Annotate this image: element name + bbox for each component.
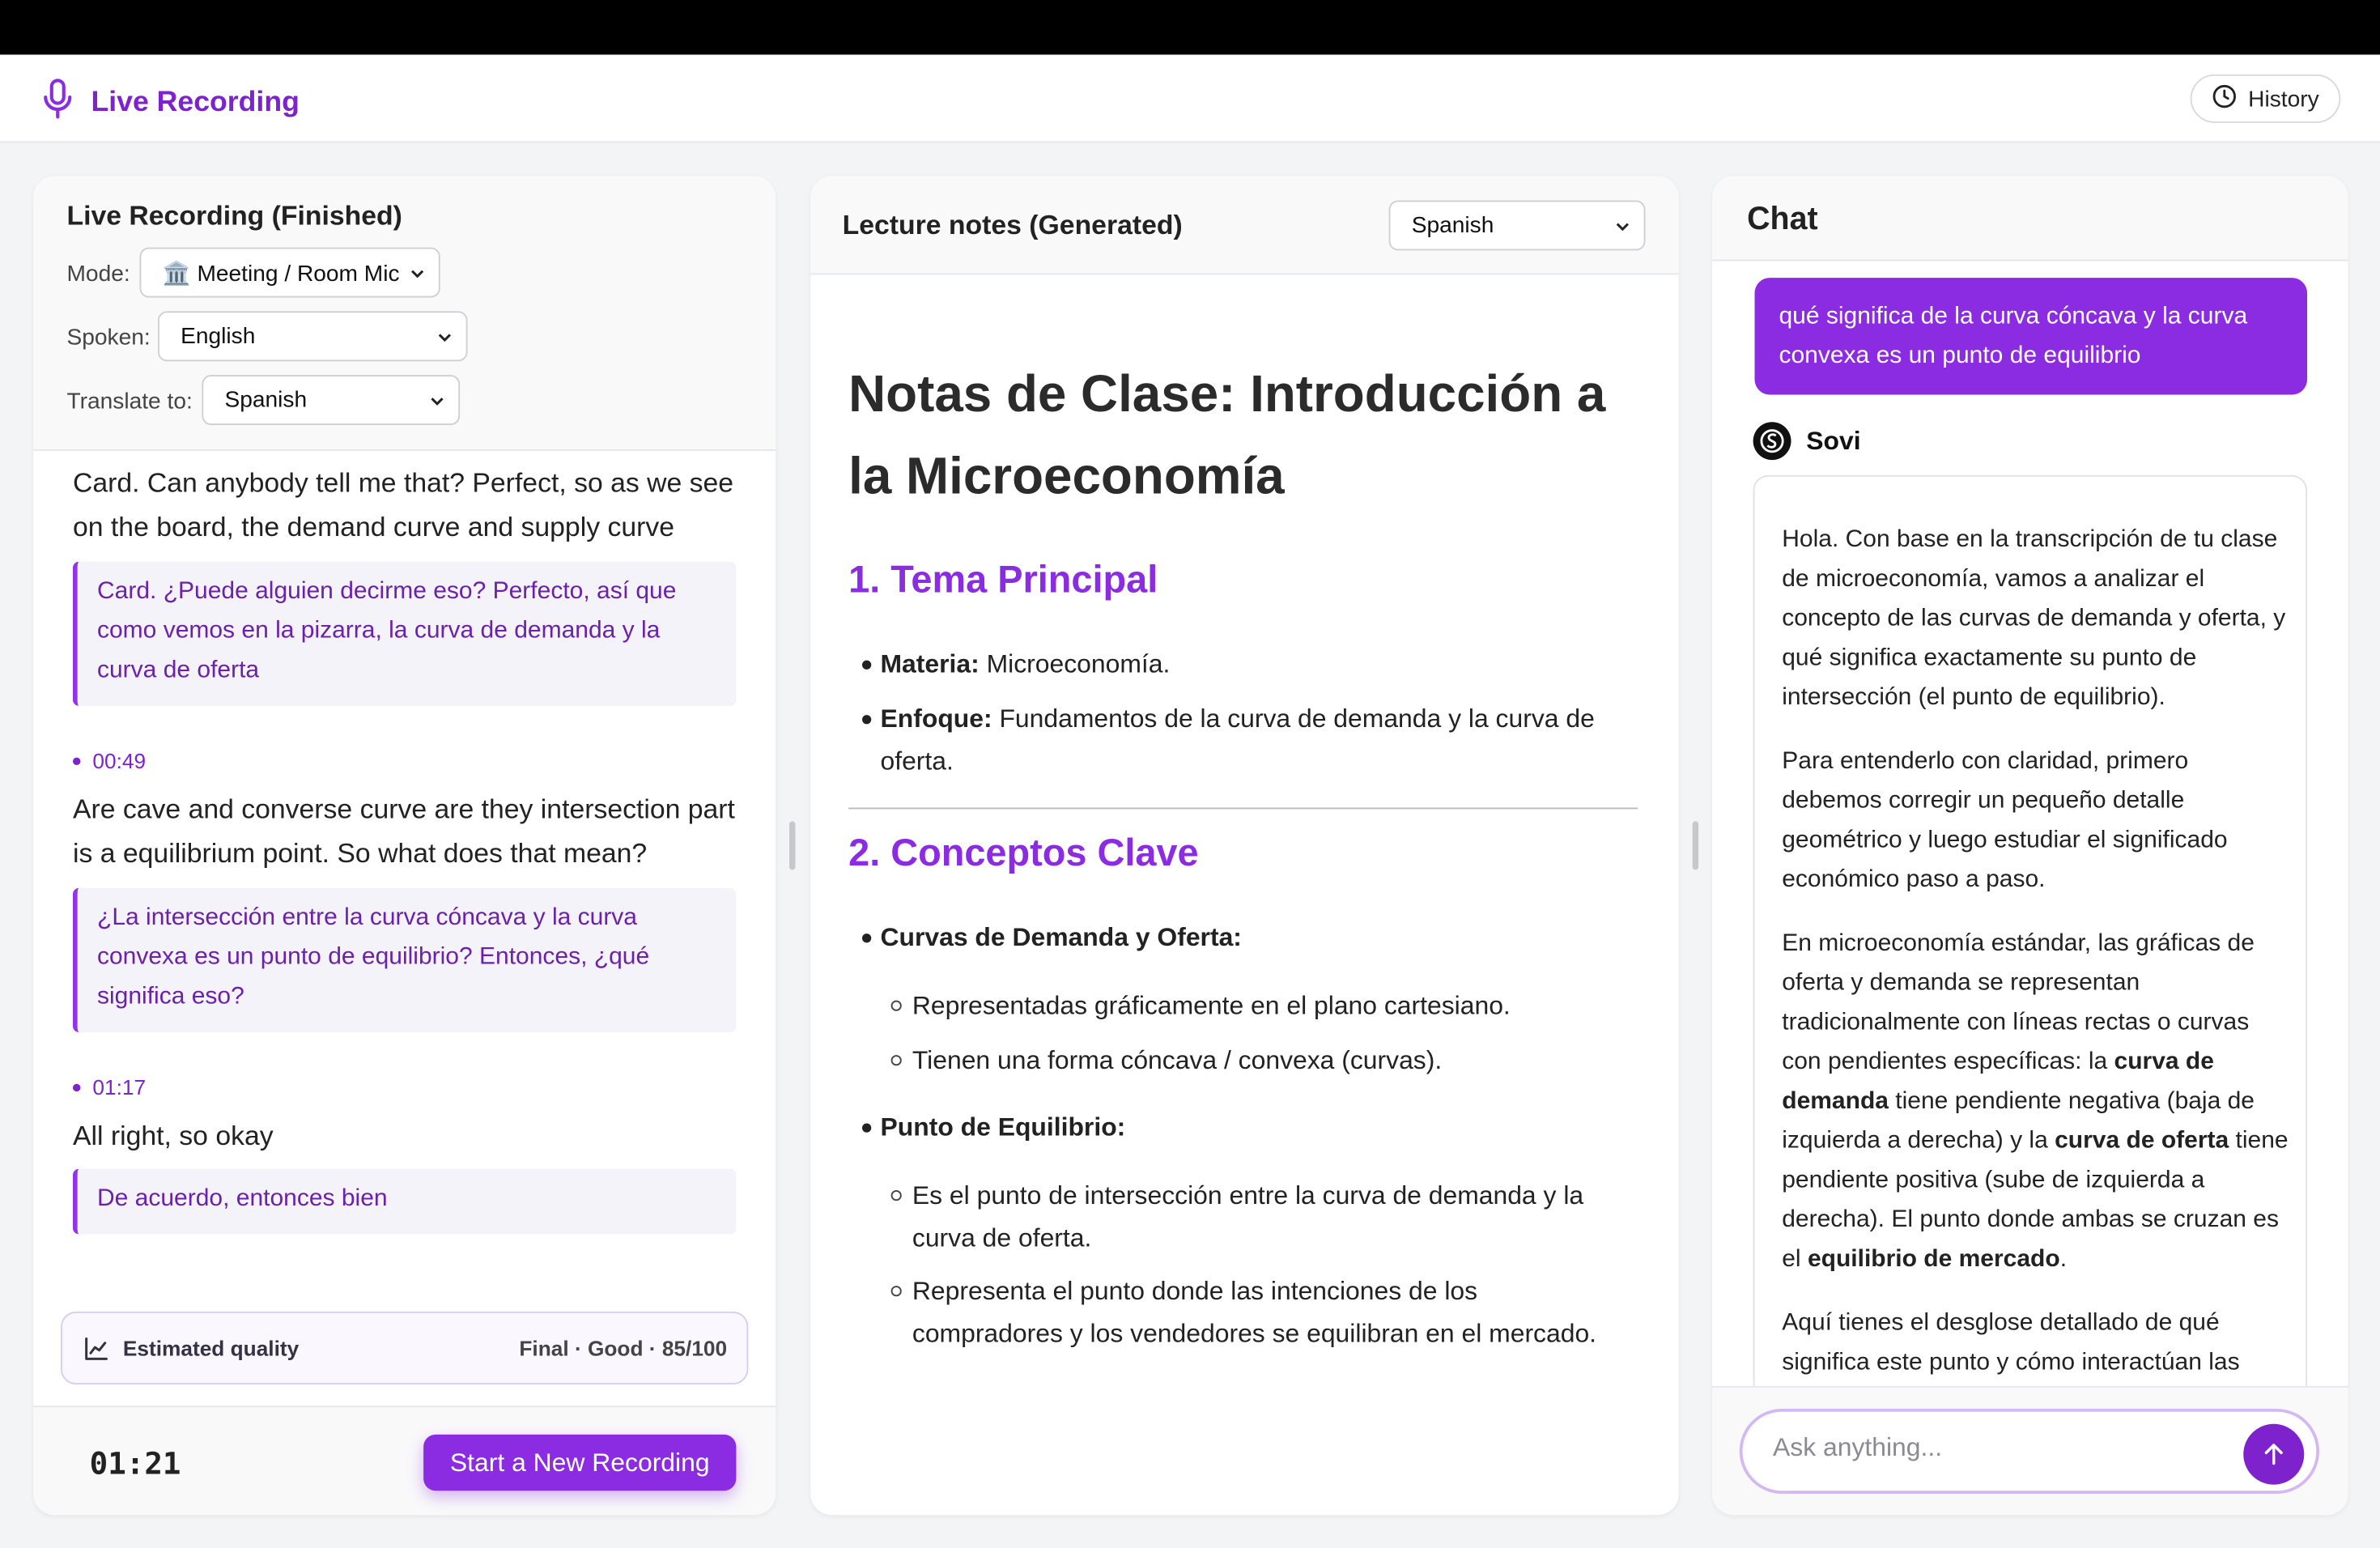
bullet-icon [862, 933, 872, 943]
mode-select[interactable]: 🏛️ Meeting / Room Mic [139, 247, 440, 298]
section-heading: 2. Conceptos Clave [848, 831, 1199, 875]
recording-timer: 01:21 [89, 1445, 181, 1482]
bullet-icon [862, 1123, 872, 1133]
divider [848, 807, 1638, 810]
send-button[interactable] [2243, 1423, 2305, 1485]
resize-handle[interactable] [789, 821, 796, 870]
timestamp-dot-icon [73, 1082, 81, 1091]
sub-bullet-icon [890, 1000, 902, 1011]
chat-panel: Chat qué significa de la curva cóncava y… [1712, 176, 2348, 1516]
estimated-quality-card: Estimated quality Final · Good · 85/100 [61, 1312, 749, 1384]
notes-heading: Notas de Clase: Introducción a la Microe… [848, 365, 1606, 506]
transcript-translation: De acuerdo, entonces bien [73, 1168, 737, 1235]
sub-bullet-icon [890, 1190, 902, 1201]
transcript-list[interactable]: Card. Can anybody tell me that? Perfect,… [33, 453, 776, 1303]
bullet-icon [862, 660, 872, 670]
bot-header: Sovi [1753, 422, 1861, 461]
sub-list-item: Representa el punto donde las intencione… [912, 1276, 1597, 1348]
mode-value: 🏛️ Meeting / Room Mic [162, 260, 400, 287]
translate-value: Spanish [224, 387, 308, 413]
chevron-down-icon [438, 334, 451, 342]
history-button[interactable]: History [2190, 74, 2341, 123]
timestamp-dot-icon [73, 756, 81, 765]
bot-paragraph: En microeconomía estándar, las gráficas … [1782, 930, 2289, 1273]
recording-title: Live Recording (Finished) [66, 200, 402, 232]
clock-icon [2212, 83, 2238, 114]
chevron-down-icon [1616, 223, 1629, 232]
transcript-text: Card. Can anybody tell me that? Perfect,… [73, 467, 734, 542]
sub-list-item: Representadas gráficamente en el plano c… [912, 991, 1511, 1020]
spoken-label: Spoken: [66, 325, 151, 351]
list-item: Curvas de Demanda y Oferta: [880, 923, 1242, 952]
segment-timestamp: 00:49 [73, 748, 146, 772]
sub-list-item: Es el punto de intersección entre la cur… [912, 1180, 1584, 1252]
sub-bullet-icon [890, 1055, 902, 1066]
sovi-logo-icon [1753, 422, 1791, 461]
mode-label: Mode: [66, 261, 130, 287]
recording-settings: Live Recording (Finished) Mode: 🏛️ Meeti… [33, 176, 776, 451]
list-item: Punto de Equilibrio: [880, 1112, 1126, 1142]
translate-label: Translate to: [66, 389, 193, 415]
bot-paragraph: Aquí tienes el desglose detallado de qué… [1782, 1310, 2240, 1376]
notes-language-value: Spanish [1411, 212, 1494, 239]
resize-handle[interactable] [1692, 821, 1699, 870]
chat-footer [1712, 1385, 2348, 1516]
user-message: qué significa de la curva cóncava y la c… [1754, 278, 2307, 395]
transcript-text: Are cave and converse curve are they int… [73, 793, 735, 869]
chevron-down-icon [411, 270, 424, 279]
bot-paragraph: Para entenderlo con claridad, primero de… [1782, 748, 2228, 893]
arrow-up-icon [2264, 1444, 2283, 1465]
notes-language-select[interactable]: Spanish [1388, 200, 1646, 251]
quality-value: Final · Good · 85/100 [519, 1336, 728, 1360]
transcript-text: All right, so okay [73, 1120, 274, 1151]
transcript-translation: Card. ¿Puede alguien decirme eso? Perfec… [73, 561, 737, 706]
app-header: Live Recording History [0, 54, 2380, 143]
chart-line-icon [85, 1337, 108, 1360]
sub-bullet-icon [890, 1286, 902, 1297]
spoken-value: English [181, 323, 256, 350]
bullet-icon [862, 715, 872, 725]
chevron-down-icon [431, 398, 444, 406]
list-item: Enfoque: Fundamentos de la curva de dema… [880, 704, 1595, 776]
bot-name: Sovi [1806, 425, 1861, 455]
chat-title: Chat [1747, 202, 1818, 237]
start-new-recording-button[interactable]: Start a New Recording [423, 1434, 737, 1491]
bot-paragraph: Hola. Con base en la transcripción de tu… [1782, 526, 2286, 711]
chat-input-wrapper [1739, 1409, 2319, 1494]
section-heading: 1. Tema Principal [848, 559, 1158, 602]
timestamp-value: 00:49 [92, 748, 147, 773]
app-title: Live Recording [91, 85, 300, 118]
top-black-bar [0, 0, 2380, 55]
spoken-language-select[interactable]: English [158, 311, 468, 362]
translate-language-select[interactable]: Spanish [202, 375, 461, 425]
segment-timestamp: 01:17 [73, 1075, 146, 1099]
timestamp-value: 01:17 [92, 1074, 147, 1099]
notes-title: Lecture notes (Generated) [842, 209, 1183, 240]
notes-header: Lecture notes (Generated) Spanish [810, 176, 1679, 275]
sub-list-item: Tienen una forma cóncava / convexa (curv… [912, 1045, 1443, 1075]
bot-message: Hola. Con base en la transcripción de tu… [1753, 474, 2307, 1417]
brand[interactable]: Live Recording [43, 78, 300, 128]
microphone-icon [43, 78, 74, 128]
quality-label: Estimated quality [122, 1336, 300, 1360]
chat-input[interactable] [1773, 1433, 2229, 1464]
lecture-notes-panel: Lecture notes (Generated) Spanish Notas … [810, 176, 1679, 1516]
transcript-translation: ¿La intersección entre la curva cóncava … [73, 887, 737, 1032]
recording-footer: 01:21 Start a New Recording [33, 1406, 776, 1516]
recording-panel: Live Recording (Finished) Mode: 🏛️ Meeti… [33, 176, 776, 1516]
list-item: Materia: Microeconomía. [880, 649, 1171, 679]
history-label: History [2248, 85, 2319, 112]
app-root: Live Recording History Live Recording (F… [0, 0, 2380, 1548]
chat-header: Chat [1712, 176, 2348, 262]
